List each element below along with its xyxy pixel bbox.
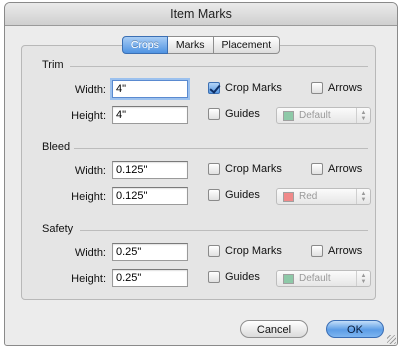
tab-bar: Crops Marks Placement bbox=[0, 36, 402, 54]
section-divider bbox=[70, 66, 368, 67]
trim-arrows-label: Arrows bbox=[328, 82, 363, 94]
trim-guides-label: Guides bbox=[225, 108, 260, 120]
section-label-bleed: Bleed bbox=[42, 141, 71, 153]
color-swatch-icon bbox=[283, 191, 294, 202]
resize-grip-icon[interactable] bbox=[387, 335, 396, 344]
trim-height-label: Height: bbox=[71, 110, 106, 122]
checkbox-icon bbox=[208, 271, 220, 283]
safety-crop-marks-checkbox[interactable]: Crop Marks bbox=[208, 245, 282, 257]
bleed-guide-color-popup[interactable]: Red ▲ ▼ bbox=[276, 188, 371, 205]
trim-height-field[interactable] bbox=[112, 106, 188, 124]
checkbox-icon bbox=[208, 163, 220, 175]
trim-width-label: Width: bbox=[74, 84, 106, 96]
safety-arrows-label: Arrows bbox=[328, 245, 363, 257]
checkbox-checked-icon bbox=[208, 82, 220, 94]
bleed-crop-marks-label: Crop Marks bbox=[225, 163, 282, 175]
safety-width-field[interactable] bbox=[112, 243, 188, 261]
safety-height-label: Height: bbox=[71, 273, 106, 285]
checkbox-icon bbox=[311, 82, 323, 94]
bleed-height-field[interactable] bbox=[112, 187, 188, 205]
checkbox-icon bbox=[311, 245, 323, 257]
safety-guide-color-popup[interactable]: Default ▲ ▼ bbox=[276, 270, 371, 287]
tab-marks[interactable]: Marks bbox=[167, 36, 214, 54]
bleed-arrows-label: Arrows bbox=[328, 163, 363, 175]
trim-guide-color-value: Default bbox=[299, 110, 331, 121]
bleed-guides-label: Guides bbox=[225, 189, 260, 201]
checkbox-icon bbox=[208, 189, 220, 201]
checkbox-icon bbox=[208, 108, 220, 120]
bleed-crop-marks-checkbox[interactable]: Crop Marks bbox=[208, 163, 282, 175]
checkbox-icon bbox=[208, 245, 220, 257]
ok-button[interactable]: OK bbox=[326, 320, 384, 338]
tab-crops[interactable]: Crops bbox=[121, 36, 168, 54]
trim-crop-marks-label: Crop Marks bbox=[225, 82, 282, 94]
bleed-guide-color-value: Red bbox=[299, 191, 318, 202]
color-swatch-icon bbox=[283, 273, 294, 284]
color-swatch-icon bbox=[283, 110, 294, 121]
section-divider bbox=[74, 148, 368, 149]
bleed-arrows-checkbox[interactable]: Arrows bbox=[311, 163, 362, 175]
section-divider bbox=[80, 230, 368, 231]
cancel-button[interactable]: Cancel bbox=[240, 320, 308, 338]
safety-width-label: Width: bbox=[74, 247, 106, 259]
popup-arrows-icon: ▲ ▼ bbox=[356, 108, 370, 123]
safety-crop-marks-label: Crop Marks bbox=[225, 245, 282, 257]
safety-height-field[interactable] bbox=[112, 269, 188, 287]
bleed-guides-checkbox[interactable]: Guides bbox=[208, 189, 260, 201]
bleed-height-label: Height: bbox=[71, 191, 106, 203]
safety-guides-checkbox[interactable]: Guides bbox=[208, 271, 260, 283]
section-label-safety: Safety bbox=[42, 223, 74, 235]
safety-guides-label: Guides bbox=[225, 271, 260, 283]
window-title: Item Marks bbox=[5, 3, 397, 26]
safety-arrows-checkbox[interactable]: Arrows bbox=[311, 245, 362, 257]
bleed-width-label: Width: bbox=[74, 165, 106, 177]
trim-guide-color-popup[interactable]: Default ▲ ▼ bbox=[276, 107, 371, 124]
popup-arrows-icon: ▲ ▼ bbox=[356, 271, 370, 286]
popup-arrows-icon: ▲ ▼ bbox=[356, 189, 370, 204]
tab-placement[interactable]: Placement bbox=[213, 36, 281, 54]
trim-width-field[interactable] bbox=[112, 80, 188, 98]
checkbox-icon bbox=[311, 163, 323, 175]
trim-arrows-checkbox[interactable]: Arrows bbox=[311, 82, 362, 94]
bleed-width-field[interactable] bbox=[112, 161, 188, 179]
trim-crop-marks-checkbox[interactable]: Crop Marks bbox=[208, 82, 282, 94]
trim-guides-checkbox[interactable]: Guides bbox=[208, 108, 260, 120]
section-label-trim: Trim bbox=[42, 59, 64, 71]
safety-guide-color-value: Default bbox=[299, 273, 331, 284]
